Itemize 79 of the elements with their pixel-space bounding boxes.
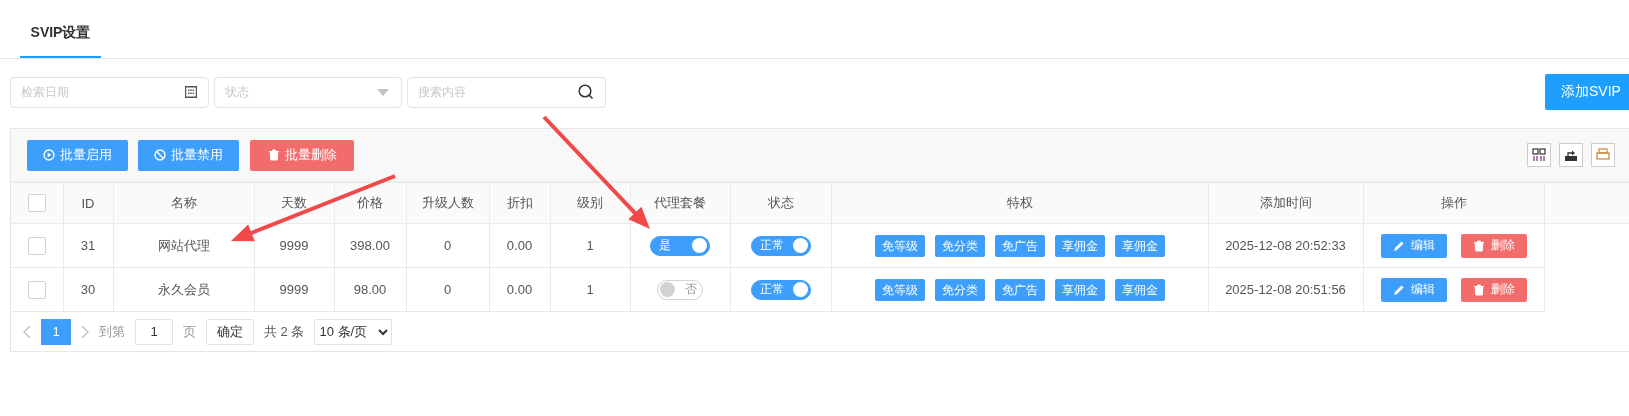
page-unit-label: 页	[183, 322, 196, 341]
column-header: ID	[81, 195, 95, 211]
goto-label: 到第	[99, 322, 125, 341]
delete-button[interactable]: 删除	[1460, 277, 1527, 302]
play-icon	[43, 149, 55, 161]
privilege-tag: 免广告	[994, 278, 1045, 301]
column-header: 代理套餐	[654, 195, 706, 210]
table-cell: 9999	[279, 282, 309, 297]
privilege-tag: 享佣金	[1054, 278, 1105, 301]
print-button[interactable]	[1591, 143, 1615, 167]
toggle-switch[interactable]: 正常	[750, 235, 811, 256]
column-header: 特权	[1006, 195, 1033, 210]
table-cell: 98.00	[353, 282, 387, 297]
column-header: 级别	[577, 195, 603, 210]
calendar-icon	[185, 86, 197, 98]
column-header: 操作	[1440, 195, 1467, 210]
table-cell: 0	[443, 282, 452, 297]
edit-button[interactable]: 编辑	[1380, 233, 1447, 258]
batch-button[interactable]: 批量启用	[27, 139, 128, 171]
edit-button[interactable]: 编辑	[1380, 277, 1447, 302]
toggle-switch[interactable]: 是	[650, 235, 710, 256]
table-cell: 永久会员	[157, 281, 210, 297]
column-header: 折扣	[506, 195, 533, 210]
column-header: 状态	[767, 195, 794, 210]
pencil-icon	[1392, 283, 1405, 296]
privilege-tag: 免等级	[874, 234, 925, 257]
caret-icon	[377, 88, 389, 96]
columns-button[interactable]	[1527, 143, 1551, 167]
table-cell: 1	[586, 282, 594, 297]
total-count: 共 2 条	[264, 322, 305, 341]
privilege-tag: 免分类	[934, 278, 985, 301]
page-size-select[interactable]: 10 条/页	[314, 318, 393, 345]
table-cell: 网站代理	[157, 237, 210, 253]
previous-icon	[23, 324, 31, 339]
ban-icon	[154, 149, 166, 161]
page-number[interactable]: 1	[41, 318, 71, 345]
table-cell: 0	[443, 238, 452, 253]
privilege-tag: 免广告	[994, 234, 1045, 257]
toggle-switch[interactable]: 否	[657, 279, 703, 300]
table-cell: 1	[586, 238, 594, 253]
trash-icon	[1472, 239, 1485, 252]
privilege-tag: 享佣金	[1114, 278, 1165, 301]
export-button[interactable]	[1559, 143, 1583, 167]
columns-icon	[1532, 148, 1546, 162]
privilege-tag: 享佣金	[1114, 234, 1165, 257]
column-header: 名称	[170, 195, 197, 210]
table-cell: 9999	[279, 238, 309, 253]
column-header: 价格	[357, 195, 383, 210]
privilege-tag: 免等级	[874, 278, 925, 301]
table-cell: 0.00	[506, 238, 533, 253]
toggle-switch[interactable]: 正常	[750, 279, 811, 300]
checkbox[interactable]	[27, 236, 46, 255]
export-icon	[1564, 148, 1578, 162]
pencil-icon	[1392, 239, 1405, 252]
page-input[interactable]: 1	[135, 318, 173, 345]
batch-button[interactable]: 批量删除	[250, 139, 354, 171]
column-header: 天数	[281, 195, 307, 210]
trash-icon	[267, 149, 280, 161]
checkbox[interactable]	[27, 194, 46, 212]
table-cell: 0.00	[506, 282, 533, 297]
delete-button[interactable]: 删除	[1460, 233, 1527, 258]
confirm-button[interactable]: 确定	[206, 318, 254, 345]
table-cell: 2025-12-08 20:51:56	[1225, 282, 1346, 297]
search-icon	[578, 84, 594, 100]
batch-button[interactable]: 批量禁用	[138, 139, 239, 171]
column-header: 升级人数	[421, 195, 474, 210]
table-cell: 2025-12-08 20:52:33	[1225, 238, 1346, 253]
table-cell: 31	[80, 238, 96, 253]
add-button[interactable]: 添加SVIP	[1545, 74, 1629, 110]
trash-icon	[1472, 283, 1485, 296]
column-header: 添加时间	[1259, 195, 1312, 210]
privilege-tag: 享佣金	[1054, 234, 1105, 257]
table-cell: 398.00	[350, 238, 390, 253]
checkbox[interactable]	[27, 280, 46, 299]
printer-icon	[1596, 148, 1610, 162]
next-icon	[81, 324, 89, 339]
privilege-tag: 免分类	[934, 234, 985, 257]
table-cell: 30	[80, 282, 96, 297]
tab[interactable]: SVIP设置	[20, 2, 101, 58]
